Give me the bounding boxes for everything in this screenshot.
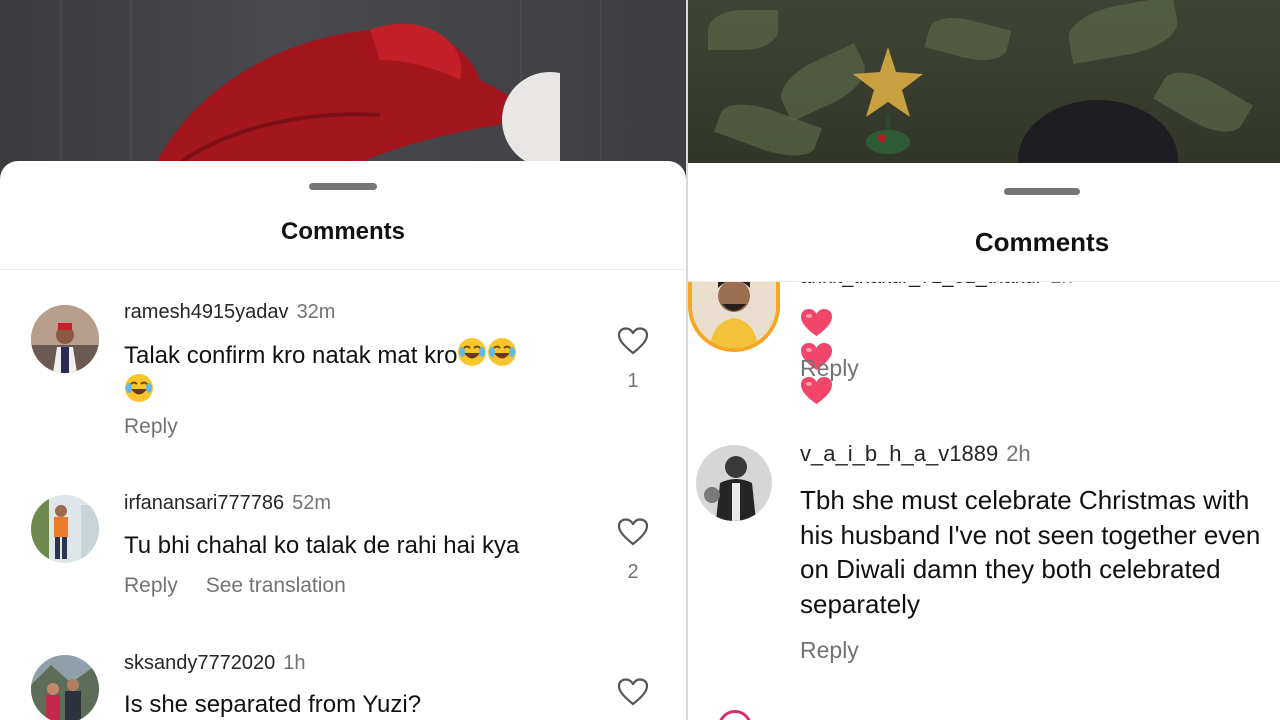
reply-button[interactable]: Reply: [800, 355, 859, 382]
heart-icon[interactable]: [617, 678, 649, 706]
comment-username[interactable]: ankit_thakur_72_81_thakur2h: [800, 282, 1073, 289]
comments-sheet: Comments ankit_thakur_72_81_thakur2h: [688, 163, 1280, 720]
drag-handle[interactable]: [1004, 188, 1080, 195]
avatar[interactable]: [31, 655, 99, 720]
heart-icon[interactable]: [617, 518, 649, 546]
right-screenshot: Comments ankit_thakur_72_81_thakur2h: [688, 0, 1280, 720]
reply-button[interactable]: Reply: [124, 415, 178, 439]
reply-button[interactable]: Reply: [800, 637, 859, 664]
comment-text: Tu bhi chahal ko talak de rahi hai kya: [124, 532, 520, 559]
avatar[interactable]: [31, 495, 99, 563]
reply-button[interactable]: Reply: [124, 574, 178, 597]
comment-username[interactable]: ramesh4915yadav 32m: [124, 301, 335, 324]
comment-username[interactable]: v_a_i_b_h_a_v1889 2h: [800, 441, 1031, 467]
comment-username[interactable]: sksandy7772020 1h: [124, 652, 305, 675]
story-ring-avatar[interactable]: [688, 282, 780, 352]
reply-actions: Reply See translation: [124, 574, 346, 598]
see-translation-link[interactable]: See translation: [206, 574, 346, 597]
avatar[interactable]: [31, 305, 99, 373]
laughing-tears-emoji: [125, 374, 153, 402]
sheet-title: Comments: [974, 227, 1110, 257]
heart-icon[interactable]: [617, 327, 649, 355]
drag-handle[interactable]: [309, 183, 377, 190]
comment-time: 52m: [292, 492, 332, 514]
like-count: 2: [627, 561, 639, 583]
comment-time: 1h: [283, 652, 306, 674]
star-ornament-image: [853, 47, 923, 154]
like-count: 1: [627, 370, 639, 392]
sheet-title: Comments: [280, 218, 406, 245]
left-screenshot: Comments ramesh4915yadav 32m Talak confir…: [0, 0, 686, 720]
divider: [0, 269, 686, 270]
comment-text: Is she separated from Yuzi?: [124, 691, 422, 718]
comment-username[interactable]: irfanansari777786 52m: [124, 492, 331, 515]
comments-list[interactable]: ankit_thakur_72_81_thakur2h Reply: [688, 282, 1280, 720]
comment-text: Talak confirm kro natak mat kro: [124, 337, 574, 409]
laughing-tears-emoji: [458, 338, 487, 366]
avatar[interactable]: [696, 445, 772, 521]
comments-sheet: Comments ramesh4915yadav 32m Talak confir…: [0, 161, 686, 720]
comment-time: 32m: [296, 301, 336, 323]
laughing-tears-emoji: [488, 338, 517, 366]
red-heart-emoji: [801, 308, 832, 336]
comment-time: 2h: [1006, 441, 1031, 466]
story-ring-avatar[interactable]: [718, 710, 752, 720]
comment-text: Tbh she must celebrate Christmas with hi…: [800, 485, 1261, 619]
